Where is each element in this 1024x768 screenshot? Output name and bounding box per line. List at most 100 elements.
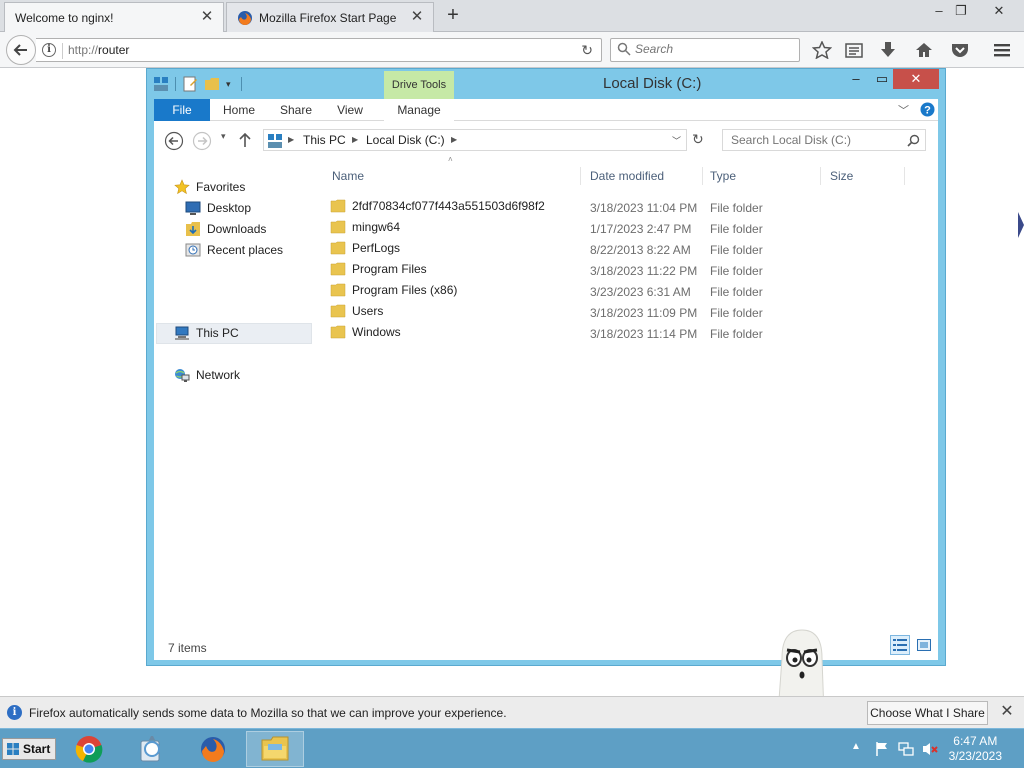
column-date-modified[interactable]: Date modified [590,165,664,187]
column-divider [904,167,905,185]
file-row[interactable]: Program Files 3/18/2023 11:22 PM File fo… [324,260,924,281]
bookmark-star-icon[interactable] [812,41,832,59]
refresh-icon[interactable]: ↻ [692,131,704,148]
notification-message: Firefox automatically sends some data to… [29,706,507,720]
customize-dropdown-icon[interactable]: ▾ [226,79,231,90]
reading-list-icon[interactable] [844,41,864,59]
column-divider [820,167,821,185]
tab-firefox-start[interactable]: Mozilla Firefox Start Page ✕ [226,2,434,32]
file-type: File folder [710,222,763,236]
explorer-title-bar[interactable]: ▾ Drive Tools Local Disk (C:) – ▭ ✕ [147,69,945,99]
nav-label: Favorites [196,180,246,194]
taskbar-file-explorer[interactable] [246,731,304,767]
tab-file[interactable]: File [154,99,210,121]
new-tab-button[interactable]: + [442,5,464,27]
ribbon-tabs: File Home Share View Manage ﹀ ? [154,99,938,121]
view-switcher [890,635,934,655]
nav-desktop[interactable]: Desktop [185,198,251,218]
recent-places-icon [185,243,201,257]
file-row[interactable]: mingw64 1/17/2023 2:47 PM File folder [324,218,924,239]
show-hidden-icons-icon[interactable]: ▲ [851,741,861,752]
file-type: File folder [710,264,763,278]
large-icons-view-button[interactable] [914,635,934,655]
choose-what-i-share-button[interactable]: Choose What I Share [867,701,988,725]
file-name: Users [352,304,384,318]
action-center-flag-icon[interactable] [874,741,890,757]
file-type: File folder [710,243,763,257]
reload-icon[interactable]: ↻ [581,42,593,59]
taskbar-chrome[interactable] [60,731,118,767]
status-item-count: 7 items [168,641,207,655]
tab-title: Mozilla Firefox Start Page [259,10,397,25]
file-row[interactable]: PerfLogs 8/22/2013 8:22 AM File folder [324,239,924,260]
breadcrumb-separator-icon[interactable]: ▶ [288,135,294,144]
pocket-icon[interactable] [950,41,970,59]
address-bar[interactable]: ▶ This PC ▶ Local Disk (C:) ▶ ﹀ [263,129,687,151]
volume-muted-icon[interactable] [922,741,938,757]
tab-nginx[interactable]: Welcome to nginx! ✕ [4,2,224,32]
info-icon: i [7,705,22,720]
info-icon[interactable]: i [42,43,56,57]
system-clock[interactable]: 6:47 AM 3/23/2023 [949,734,1002,764]
folder-icon [330,220,346,234]
close-window-button[interactable]: ✕ [893,69,939,89]
recent-locations-icon[interactable]: ▾ [221,131,226,142]
explorer-search-input[interactable] [731,133,901,147]
up-arrow-icon[interactable] [238,132,252,148]
details-view-button[interactable] [890,635,910,655]
breadcrumb-separator-icon[interactable]: ▶ [451,135,457,144]
restore-button[interactable]: ❐ [946,2,976,20]
tab-manage[interactable]: Manage [384,99,454,121]
close-icon[interactable]: ✕ [409,9,425,25]
search-bar[interactable] [610,38,800,62]
close-icon[interactable]: ✕ [998,703,1016,721]
new-folder-icon[interactable] [204,76,220,92]
close-icon[interactable]: ✕ [199,9,215,25]
search-input[interactable] [635,42,795,56]
address-dropdown-icon[interactable]: ﹀ [672,134,681,147]
tab-home[interactable]: Home [218,99,260,121]
details-view-icon [893,639,907,651]
tab-share[interactable]: Share [274,99,318,121]
tab-view[interactable]: View [330,99,370,121]
nav-network[interactable]: Network [174,365,240,385]
column-divider [702,167,703,185]
close-window-button[interactable]: ✕ [984,2,1014,20]
url-text[interactable]: http://router [68,43,129,57]
file-row[interactable]: 2fdf70834cf077f443a551503d6f98f2 3/18/20… [324,197,924,218]
url-bar[interactable]: i http://router ↻ [36,38,602,62]
nav-downloads[interactable]: Downloads [185,219,266,239]
nav-recent-places[interactable]: Recent places [185,240,283,260]
breadcrumb-this-pc[interactable]: This PC [303,133,346,147]
file-row[interactable]: Windows 3/18/2023 11:14 PM File folder [324,323,924,344]
taskbar-firefox[interactable] [184,731,242,767]
properties-icon[interactable] [182,76,198,92]
back-button[interactable] [6,35,36,65]
nav-favorites[interactable]: Favorites [174,177,245,197]
file-explorer-icon [261,736,289,761]
menu-icon[interactable] [992,41,1012,59]
divider [62,43,63,59]
back-icon[interactable] [164,131,184,151]
star-icon [174,179,190,195]
downloads-icon[interactable] [878,41,898,59]
start-button[interactable]: Start [2,738,56,760]
breadcrumb-separator-icon[interactable]: ▶ [352,135,358,144]
home-icon[interactable] [914,41,934,59]
forward-icon[interactable] [192,131,212,151]
breadcrumb-local-disk[interactable]: Local Disk (C:) [366,133,445,147]
column-type[interactable]: Type [710,165,736,187]
taskbar-app[interactable] [122,731,180,767]
help-icon[interactable]: ? [920,102,935,117]
expand-ribbon-icon[interactable]: ﹀ [898,102,909,118]
network-tray-icon[interactable] [898,741,914,757]
explorer-search-box[interactable] [722,129,926,151]
file-date: 3/18/2023 11:22 PM [590,264,698,278]
column-name[interactable]: Name [332,165,364,187]
file-row[interactable]: Users 3/18/2023 11:09 PM File folder [324,302,924,323]
column-size[interactable]: Size [830,165,853,187]
nav-this-pc[interactable]: This PC [174,323,239,343]
file-type: File folder [710,306,763,320]
nav-label: Downloads [207,222,267,236]
file-row[interactable]: Program Files (x86) 3/23/2023 6:31 AM Fi… [324,281,924,302]
